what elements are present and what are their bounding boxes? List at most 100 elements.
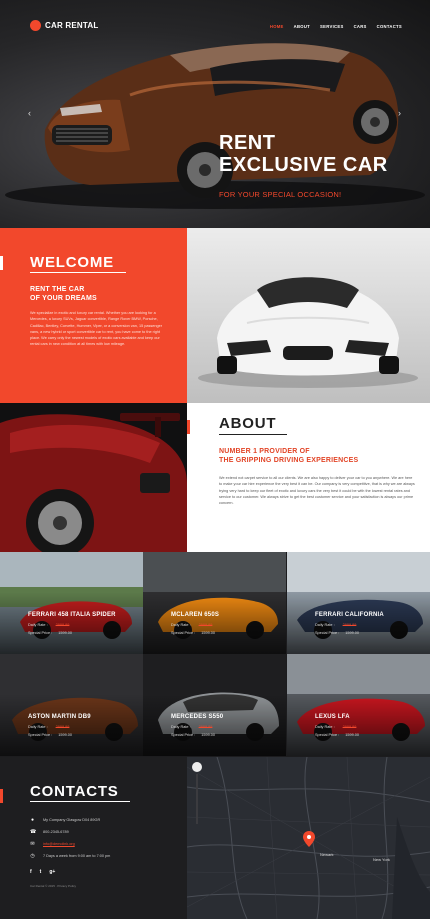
car-daily-rate: Daily Rate : 2999.99: [315, 725, 356, 729]
car-card[interactable]: FERRARI CALIFORNIA Daily Rate : 2999.99 S…: [287, 552, 430, 654]
old-price: 2999.99: [342, 725, 357, 729]
section-marker: [0, 256, 3, 270]
phone-icon: ☎: [30, 829, 37, 835]
email-link[interactable]: info@demolink.org: [43, 842, 75, 846]
clock-icon: ◷: [30, 853, 35, 859]
hero-title-line2: EXCLUSIVE CAR: [219, 154, 388, 176]
map-label-newark: Newark: [320, 852, 334, 857]
section-marker: [0, 789, 3, 803]
car-daily-rate: Daily Rate : 2999.99: [171, 725, 212, 729]
map-zoom-control[interactable]: [192, 762, 202, 772]
map-marker-icon[interactable]: [303, 831, 315, 847]
special-price-label: Special Price :: [28, 733, 53, 737]
car-card[interactable]: FERRARI 458 ITALIA SPIDER Daily Rate : 29…: [0, 552, 143, 654]
map-pin-icon: ●: [30, 817, 35, 823]
copyright: Car Rental © 2015 . Privacy Policy: [30, 884, 77, 888]
car-special-price: Special Price : 1599.00: [28, 631, 72, 635]
top-bar: CAR RENTAL HOME ABOUT SERVICES CARS CONT…: [0, 0, 430, 40]
card-overlay: [143, 592, 286, 654]
old-price: 2999.99: [198, 623, 213, 627]
card-overlay: [287, 592, 430, 654]
google-plus-icon[interactable]: g+: [49, 869, 55, 875]
old-price: 2999.99: [198, 725, 213, 729]
welcome-subheading-line1: RENT THE CAR: [30, 286, 85, 293]
heading-underline: [219, 434, 287, 435]
old-price: 2999.99: [342, 623, 357, 627]
special-price: 1599.00: [201, 631, 216, 635]
address-text: My Company Glasgow D04 89GR: [43, 818, 101, 822]
car-special-price: Special Price : 1599.00: [315, 631, 359, 635]
nav-about[interactable]: ABOUT: [294, 24, 310, 29]
special-price: 1599.00: [58, 733, 73, 737]
nav-contacts[interactable]: CONTACTS: [377, 24, 402, 29]
logo[interactable]: CAR RENTAL: [30, 20, 98, 31]
hero-subtitle: FOR YOUR SPECIAL OCCASION!: [219, 190, 342, 199]
about-section: ABOUT NUMBER 1 PROVIDER OF THE GRIPPING …: [187, 403, 430, 552]
car-name: MERCEDES S550: [171, 714, 224, 720]
twitter-icon[interactable]: t: [40, 869, 42, 875]
contact-address: ● My Company Glasgow D04 89GR: [30, 817, 100, 823]
nav-cars[interactable]: CARS: [354, 24, 367, 29]
car-name: FERRARI CALIFORNIA: [315, 612, 384, 618]
welcome-subheading: RENT THE CAR OF YOUR DREAMS: [30, 285, 97, 303]
card-overlay: [0, 694, 143, 756]
contacts-heading: CONTACTS: [30, 783, 119, 800]
old-price: 2999.99: [55, 623, 70, 627]
contact-email: ✉ info@demolink.org: [30, 841, 75, 847]
daily-rate-label: Daily Rate :: [28, 725, 48, 729]
car-name: LEXUS LFA: [315, 714, 350, 720]
daily-rate-label: Daily Rate :: [315, 725, 335, 729]
hours-text: 7 Days a week from 9:00 am to 7:00 pm: [43, 854, 111, 858]
special-price-label: Special Price :: [28, 631, 53, 635]
hero-slider: CAR RENTAL HOME ABOUT SERVICES CARS CONT…: [0, 0, 430, 228]
old-price: 2999.99: [55, 725, 70, 729]
facebook-icon[interactable]: f: [30, 869, 32, 875]
heading-underline: [30, 272, 126, 273]
daily-rate-label: Daily Rate :: [315, 623, 335, 627]
car-daily-rate: Daily Rate : 2999.99: [28, 725, 69, 729]
car-daily-rate: Daily Rate : 2999.99: [315, 623, 356, 627]
car-card[interactable]: LEXUS LFA Daily Rate : 2999.99 Special Pr…: [287, 654, 430, 756]
hero-title: RENT EXCLUSIVE CAR: [219, 132, 388, 176]
car-special-price: Special Price : 1599.00: [28, 733, 72, 737]
contact-phone: ☎ 800-2345-6789: [30, 829, 69, 835]
chevron-left-icon[interactable]: ‹: [28, 108, 31, 118]
daily-rate-label: Daily Rate :: [171, 725, 191, 729]
section-marker: [187, 420, 190, 434]
car-card[interactable]: MERCEDES S550 Daily Rate : 2999.99 Specia…: [143, 654, 286, 756]
cars-grid: FERRARI 458 ITALIA SPIDER Daily Rate : 29…: [0, 552, 430, 757]
welcome-body: We specialize in exotic and luxury car r…: [30, 311, 162, 347]
mail-icon: ✉: [30, 841, 35, 847]
logo-circle-icon: [30, 20, 41, 31]
card-overlay: [143, 694, 286, 756]
nav-services[interactable]: SERVICES: [320, 24, 344, 29]
map[interactable]: Newark New York: [187, 757, 430, 919]
daily-rate-label: Daily Rate :: [171, 623, 191, 627]
map-zoom-slider[interactable]: [196, 774, 198, 824]
contacts-section: CONTACTS ● My Company Glasgow D04 89GR ☎…: [0, 757, 187, 919]
phone-text[interactable]: 800-2345-6789: [43, 830, 69, 834]
car-special-price: Special Price : 1599.00: [171, 631, 215, 635]
special-price: 1599.00: [345, 733, 360, 737]
car-name: MCLAREN 650S: [171, 612, 220, 618]
main-nav: HOME ABOUT SERVICES CARS CONTACTS: [270, 24, 402, 29]
welcome-car-image: [187, 228, 430, 403]
about-subheading-line2: THE GRIPPING DRIVING EXPERIENCES: [219, 457, 359, 464]
car-card[interactable]: ASTON MARTIN DB9 Daily Rate : 2999.99 Spe…: [0, 654, 143, 756]
card-overlay: [0, 592, 143, 654]
car-name: FERRARI 458 ITALIA SPIDER: [28, 612, 116, 618]
car-card[interactable]: MCLAREN 650S Daily Rate : 2999.99 Special…: [143, 552, 286, 654]
about-body: We extend not carpet service to all our …: [219, 476, 415, 506]
special-price: 1599.00: [201, 733, 216, 737]
nav-home[interactable]: HOME: [270, 24, 284, 29]
chevron-right-icon[interactable]: ›: [398, 108, 401, 118]
about-subheading: NUMBER 1 PROVIDER OF THE GRIPPING DRIVIN…: [219, 447, 358, 465]
contact-hours: ◷ 7 Days a week from 9:00 am to 7:00 pm: [30, 853, 110, 859]
car-daily-rate: Daily Rate : 2999.99: [171, 623, 212, 627]
special-price: 1599.00: [345, 631, 360, 635]
logo-text: CAR RENTAL: [45, 21, 99, 30]
about-subheading-line1: NUMBER 1 PROVIDER OF: [219, 448, 310, 455]
welcome-section: WELCOME RENT THE CAR OF YOUR DREAMS We s…: [0, 228, 187, 403]
car-special-price: Special Price : 1599.00: [171, 733, 215, 737]
about-car-image: [0, 403, 187, 552]
